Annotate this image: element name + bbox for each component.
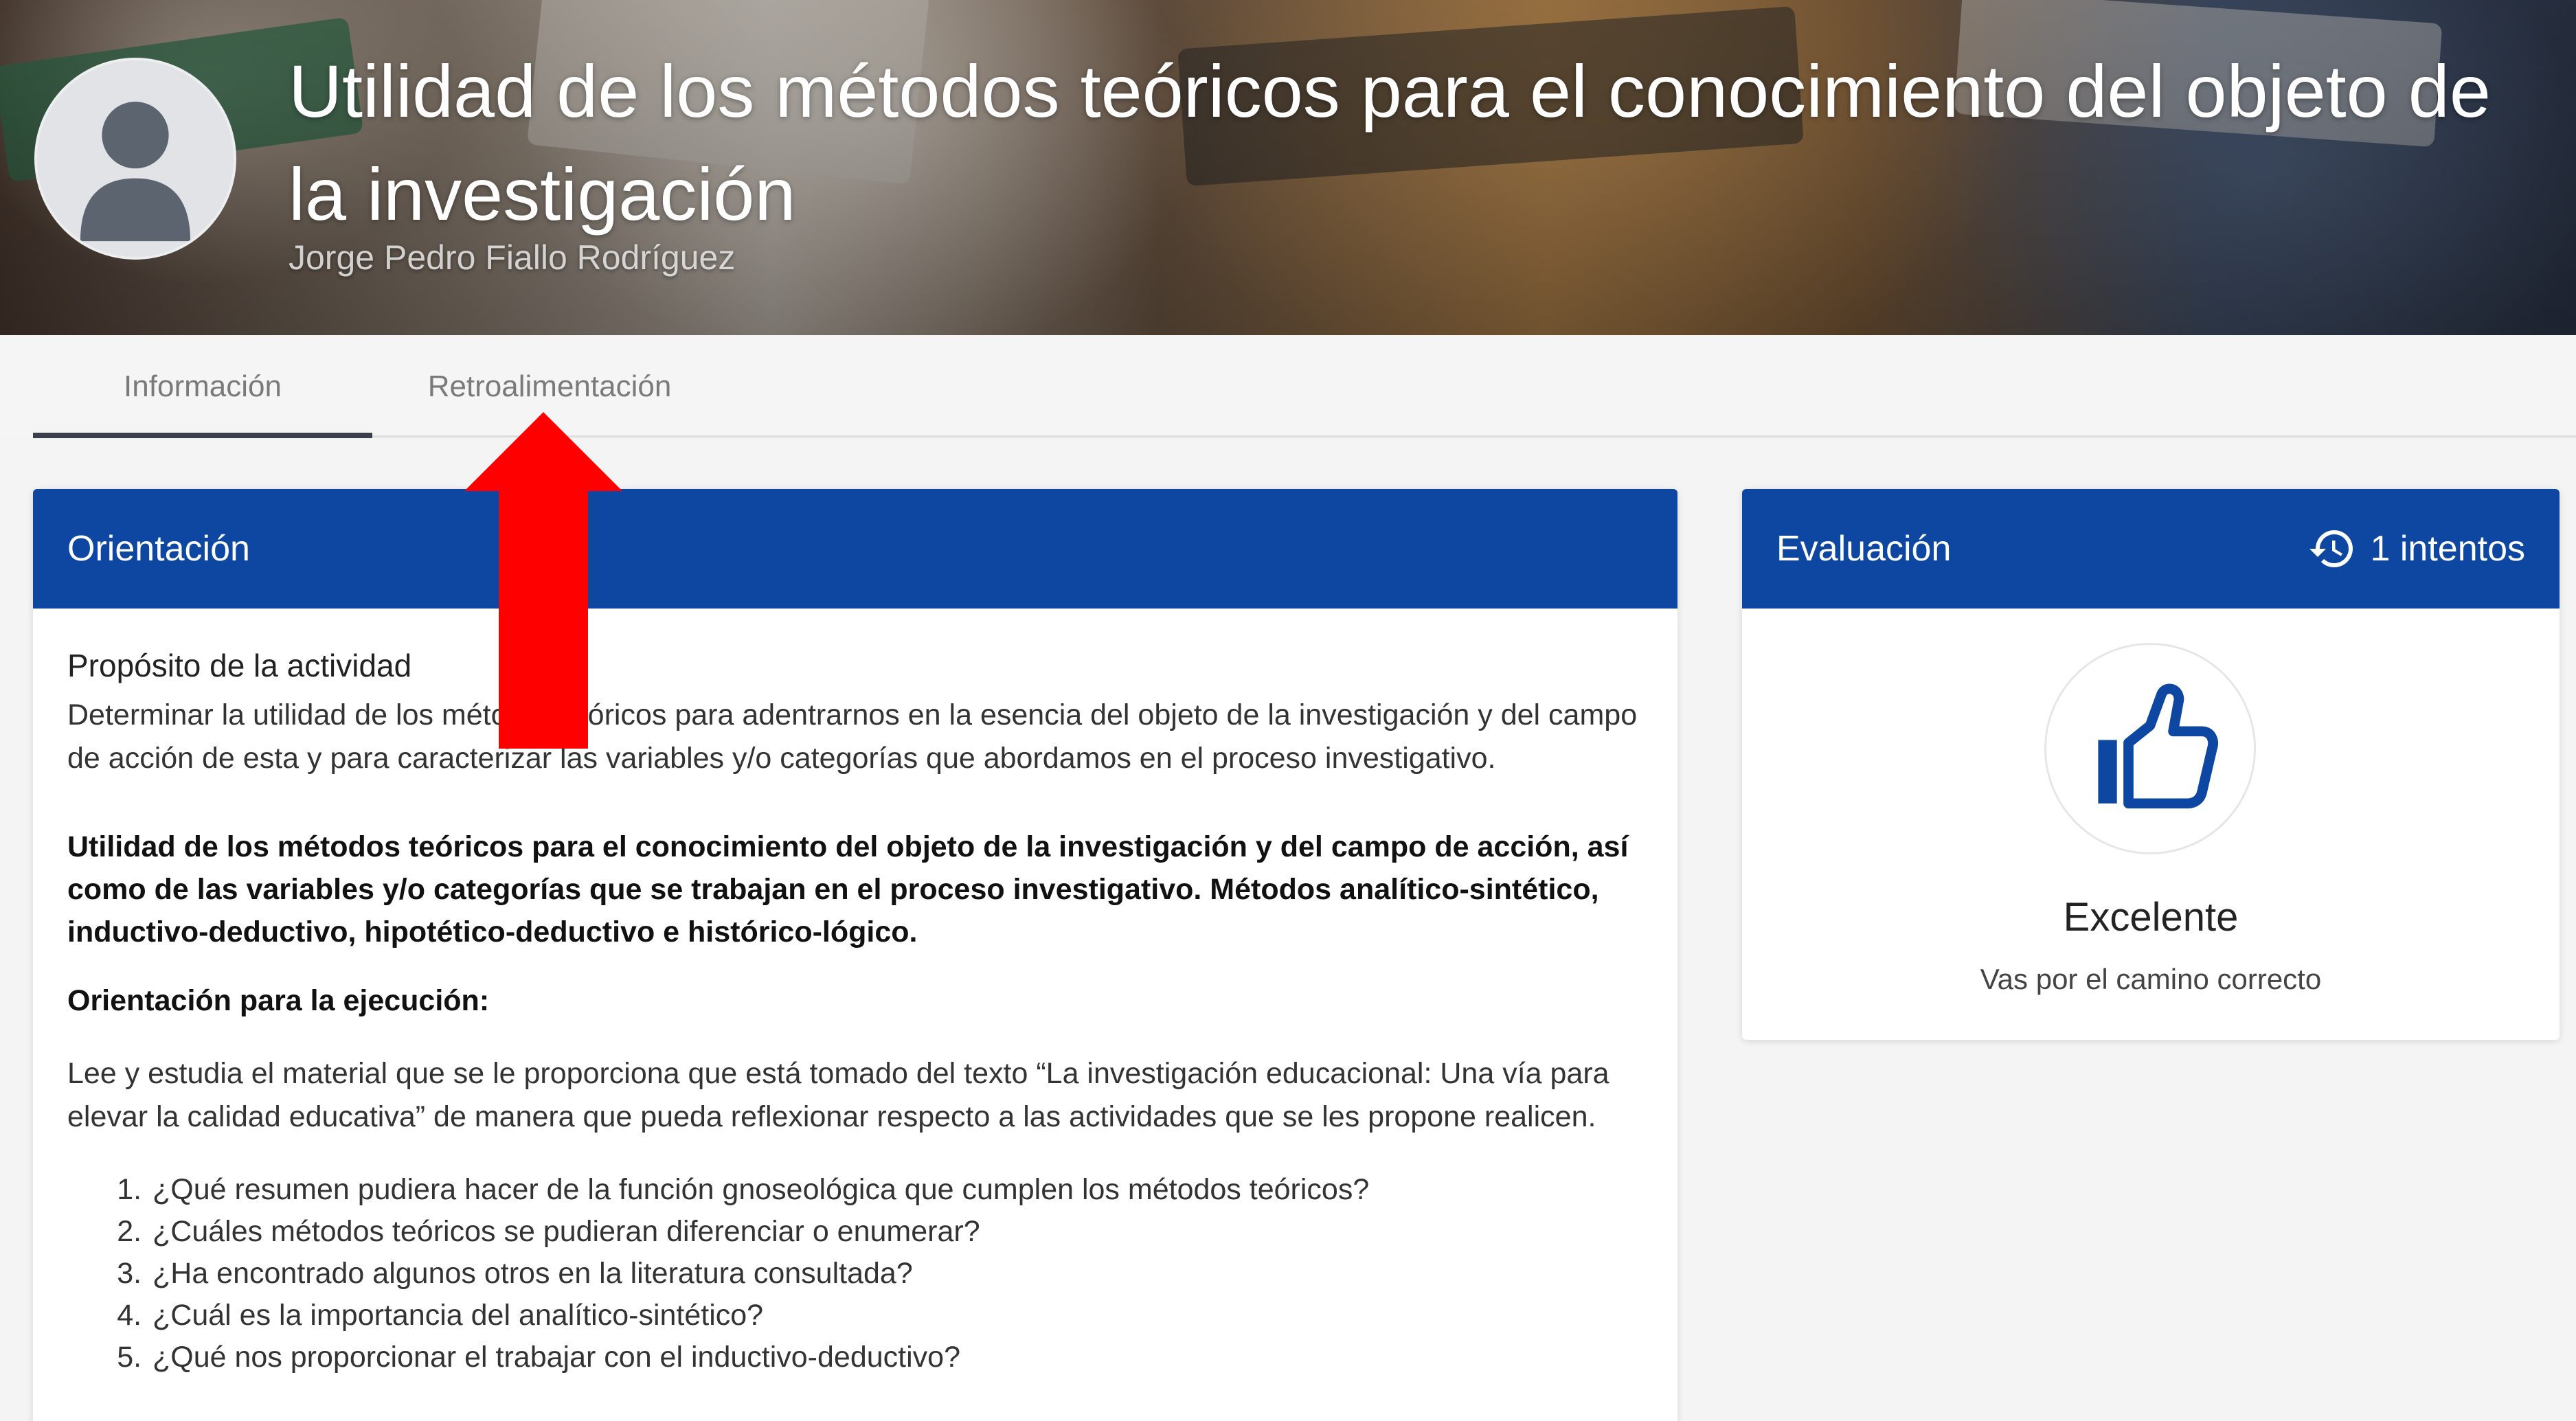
orientation-card: Orientación Propósito de la actividad De… [33,489,1677,1421]
evaluation-result: Excelente [2063,895,2239,940]
orientation-heading: Orientación [67,529,250,569]
up-arrow-icon [464,412,622,749]
tab-informacion[interactable]: Información [33,335,372,438]
evaluation-card-header: Evaluación 1 intentos [1742,489,2560,609]
attempts-indicator[interactable]: 1 intentos [2307,524,2526,573]
user-silhouette-icon [37,60,234,257]
question-item: ¿Qué resumen pudiera hacer de la función… [150,1169,1643,1211]
question-item: ¿Qué nos proporcionar el trabajar con el… [150,1337,1643,1378]
attempts-count: 1 intentos [2370,529,2526,569]
course-title: Utilidad de los métodos teóricos para el… [289,49,2491,236]
purpose-text: Determinar la utilidad de los métodos te… [67,698,1638,775]
topic-summary: Utilidad de los métodos teóricos para el… [67,830,1629,948]
execution-title: Orientación para la ejecución: [67,984,490,1017]
tab-informacion-label: Información [124,370,282,403]
annotation-arrow [464,412,622,749]
active-tab-indicator [33,433,372,438]
result-icon-circle [2044,643,2256,854]
reading-instructions: Lee y estudia el material que se le prop… [67,1057,1609,1133]
course-header-banner: Utilidad de los métodos teóricos para el… [0,0,2576,335]
evaluation-heading: Evaluación [1776,529,1952,569]
thumbs-up-icon [2098,683,2218,809]
author-name: Jorge Pedro Fiallo Rodríguez [289,238,736,277]
evaluation-message: Vas por el camino correcto [1980,963,2322,995]
orientation-card-body: Propósito de la actividad Determinar la … [33,609,1677,1378]
question-item: ¿Cuál es la importancia del analítico-si… [150,1295,1643,1337]
author-avatar [34,58,236,260]
question-item: ¿Ha encontrado algunos otros en la liter… [150,1253,1643,1295]
history-icon [2309,530,2353,567]
question-list: ¿Qué resumen pudiera hacer de la función… [67,1169,1643,1378]
tab-bar: Información Retroalimentación [0,335,2576,438]
question-item: ¿Cuáles métodos teóricos se pudieran dif… [150,1211,1643,1253]
purpose-title: Propósito de la actividad [67,648,412,683]
orientation-card-header: Orientación [33,489,1677,609]
evaluation-card: Evaluación 1 intentos Excelente Vas por … [1742,489,2560,1040]
tab-retroalimentacion-label: Retroalimentación [427,370,672,403]
